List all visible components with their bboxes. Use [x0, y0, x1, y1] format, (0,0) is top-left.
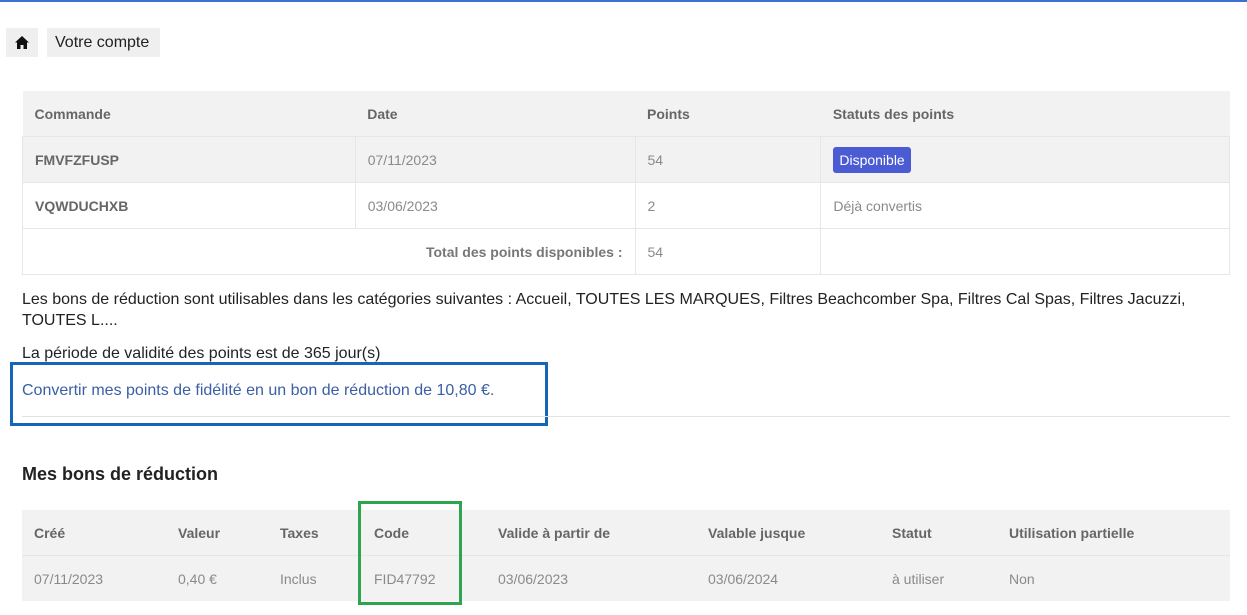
- column-header-status: Statut: [880, 510, 997, 556]
- code-column-highlight: [358, 501, 462, 605]
- voucher-categories-info: Les bons de réduction sont utilisables d…: [22, 291, 1186, 329]
- table-row: FMVFZFUSP 07/11/2023 54 Disponible: [22, 136, 1230, 183]
- table-row: 07/11/2023 0,40 € Inclus FID47792 03/06/…: [22, 555, 1230, 601]
- vouchers-section-title: Mes bons de réduction: [22, 464, 219, 484]
- column-header-taxes: Taxes: [268, 510, 362, 556]
- voucher-value: 0,40 €: [166, 555, 268, 601]
- column-header-created: Créé: [22, 510, 166, 556]
- vouchers-table: Créé Valeur Taxes Code Valide à partir d…: [22, 510, 1230, 601]
- table-row: VQWDUCHXB 03/06/2023 2 Déjà convertis: [22, 182, 1230, 229]
- column-header-statut: Statuts des points: [820, 91, 1230, 137]
- column-header-valid-until: Valable jusque: [696, 510, 880, 556]
- total-points-label: Total des points disponibles :: [22, 228, 636, 275]
- home-icon: [15, 36, 29, 49]
- total-points-empty: [820, 228, 1230, 275]
- table-header-row: Commande Date Points Statuts des points: [22, 91, 1230, 137]
- total-row: Total des points disponibles : 54: [22, 228, 1230, 275]
- breadcrumb-home[interactable]: [6, 28, 38, 57]
- breadcrumb-item-account[interactable]: Votre compte: [47, 28, 161, 57]
- column-header-partial-use: Utilisation partielle: [997, 510, 1230, 556]
- order-reference: VQWDUCHXB: [22, 182, 356, 229]
- order-points: 54: [634, 136, 822, 183]
- order-reference: FMVFZFUSP: [22, 136, 356, 183]
- points-status: Déjà convertis: [820, 182, 1230, 229]
- voucher-created: 07/11/2023: [22, 555, 166, 601]
- loyalty-points-table: Commande Date Points Statuts des points …: [22, 91, 1230, 275]
- column-header-value: Valeur: [166, 510, 268, 556]
- section-divider: [22, 416, 1230, 417]
- status-badge: Disponible: [833, 146, 911, 173]
- column-header-commande: Commande: [22, 91, 356, 137]
- order-date: 03/06/2023: [354, 182, 636, 229]
- voucher-taxes: Inclus: [268, 555, 362, 601]
- order-points: 2: [634, 182, 822, 229]
- column-header-points: Points: [635, 91, 821, 137]
- points-validity-text: La période de validité des points est de…: [22, 345, 381, 362]
- total-points-value: 54: [634, 228, 822, 275]
- voucher-valid-from: 03/06/2023: [486, 555, 696, 601]
- order-date: 07/11/2023: [354, 136, 636, 183]
- table-header-row: Créé Valeur Taxes Code Valide à partir d…: [22, 510, 1230, 556]
- points-status: Disponible: [820, 136, 1230, 183]
- convert-points-link[interactable]: Convertir mes points de fidélité en un b…: [22, 380, 494, 401]
- voucher-status: à utiliser: [880, 555, 997, 601]
- voucher-partial-use: Non: [997, 555, 1230, 601]
- column-header-valid-from: Valide à partir de: [486, 510, 696, 556]
- breadcrumb: Votre compte: [6, 28, 161, 57]
- voucher-valid-until: 03/06/2024: [696, 555, 880, 601]
- top-accent-line: [0, 0, 1247, 2]
- column-header-date: Date: [355, 91, 635, 137]
